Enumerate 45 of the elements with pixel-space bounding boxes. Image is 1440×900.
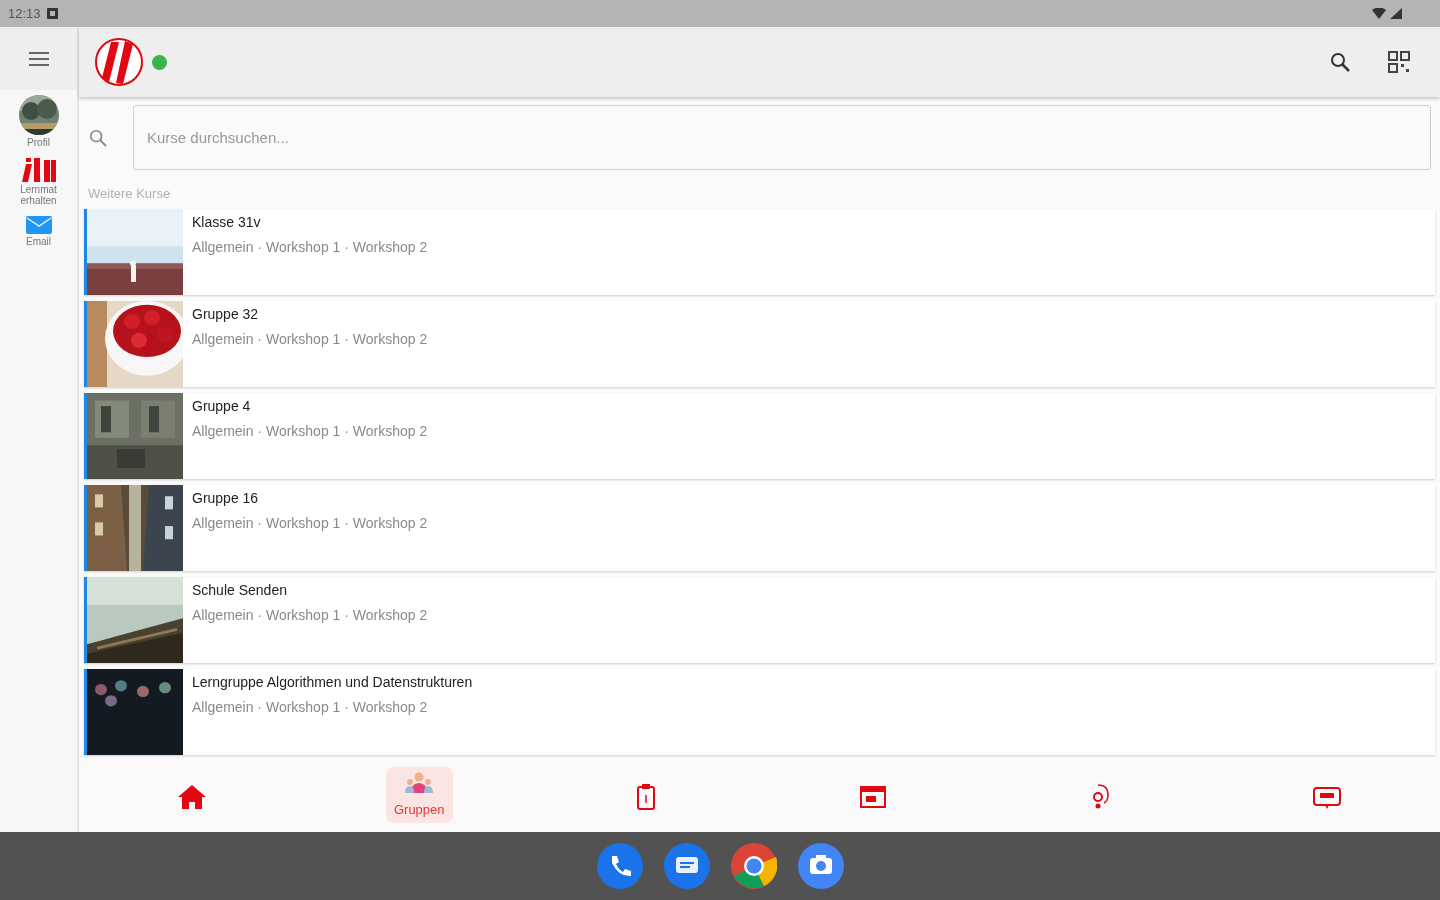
mail-icon [25,216,52,234]
notification-icon [46,8,58,19]
course-card[interactable]: Klasse 31v Allgemein · Workshop 1 · Workshop 2 [84,208,1435,295]
search-field[interactable]: Kurse durchsuchen... [133,105,1431,170]
wifi-icon [1372,8,1386,19]
dock-app-button[interactable] [596,843,643,889]
course-subtitle: Allgemein · Workshop 1 · Workshop 2 [192,697,429,716]
dock-app-button[interactable] [730,843,777,889]
course-subtitle: Allgemein · Workshop 1 · Workshop 2 [192,237,428,256]
course-card[interactable]: Schule Senden Allgemein · Workshop 1 · Workshop 2 [84,576,1435,663]
course-subtitle: Allgemein · Workshop 1 · Workshop 2 [192,421,428,440]
course-card[interactable]: Gruppe 16 Allgemein · Workshop 1 · Workshop 2 [84,484,1435,571]
clock: 12:13 [8,4,41,23]
course-title: Schule Senden [192,580,288,599]
qr-code-icon [1388,51,1410,73]
calendar-icon [858,783,887,811]
course-subtitle: Allgemein · Workshop 1 · Workshop 2 [192,329,428,348]
browser-icon [730,843,777,889]
rail-item[interactable]: Profil [3,95,74,148]
rail-item[interactable]: Lernmat erhalten [3,158,74,206]
phone-icon [596,843,643,889]
course-subtitle: Allgemein · Workshop 1 · Workshop 2 [192,605,428,624]
course-card[interactable]: Lerngruppe Algorithmen und Datenstrukturen Allgemein · Workshop 1 · Workshop 2 [84,668,1435,755]
course-title: Gruppe 16 [192,488,260,507]
signal-icon [1390,8,1402,19]
nav-tab[interactable]: Gruppen [385,766,453,824]
dock-app-button[interactable] [797,843,844,889]
home-icon [178,783,207,811]
camera-icon [797,843,844,889]
logo-icon [95,38,143,86]
course-card[interactable]: Gruppe 4 Allgemein · Workshop 1 · Workshop 2 [84,392,1435,479]
logo-icon [21,158,56,182]
course-title: Gruppe 4 [192,396,252,415]
dock-app-button[interactable] [663,843,710,889]
search-icon [89,128,107,147]
messages-icon [663,843,710,889]
section-title: Weitere Kurse [87,185,172,203]
course-title: Gruppe 32 [192,304,260,323]
rail-item[interactable]: Email [3,216,74,247]
course-title: Lerngruppe Algorithmen und Datenstrukturen [192,672,473,691]
course-subtitle: Allgemein · Workshop 1 · Workshop 2 [192,513,428,532]
course-title: Klasse 31v [192,212,262,231]
menu-icon [28,51,49,66]
course-card[interactable]: Gruppe 32 Allgemein · Workshop 1 · Workshop 2 [84,300,1435,387]
search-icon [1330,52,1350,72]
